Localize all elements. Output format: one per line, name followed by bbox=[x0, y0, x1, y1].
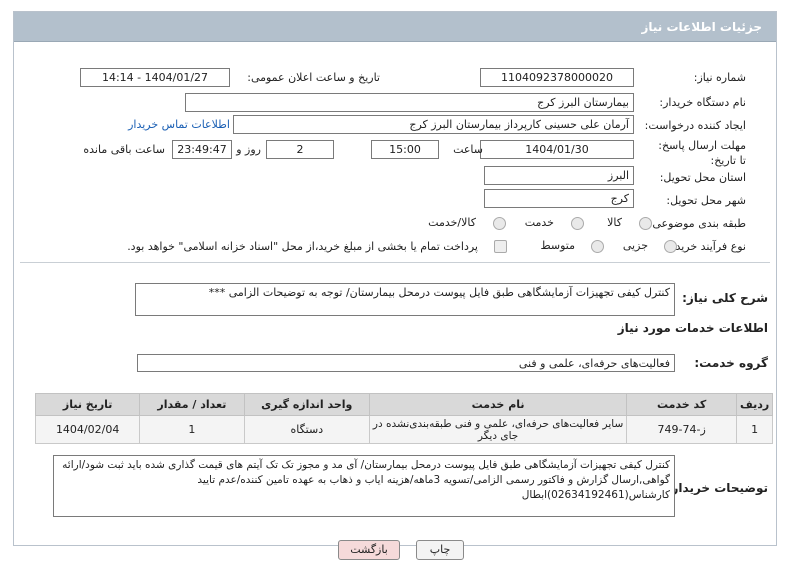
category-label: طبقه بندی موضوعی: bbox=[648, 217, 746, 230]
buyer-notes-label: توضیحات خریدار: bbox=[666, 481, 768, 495]
col-unit: واحد اندازه گیری bbox=[243, 393, 371, 416]
panel-header: جزئیات اطلاعات نیاز bbox=[14, 12, 776, 42]
services-table-header: ردیف کد خدمت نام خدمت واحد اندازه گیری ت… bbox=[34, 393, 773, 416]
deadline-time-label: ساعت bbox=[453, 143, 483, 156]
days-label: روز و bbox=[236, 143, 261, 156]
col-row: ردیف bbox=[736, 393, 773, 416]
requester-field[interactable]: آرمان علی حسینی کارپرداز بیمارستان البرز… bbox=[233, 115, 634, 134]
col-quantity: تعداد / مقدار bbox=[139, 393, 245, 416]
table-row[interactable]: 1 ز-74-749 سایر فعالیت‌های حرفه‌ای، علمی… bbox=[34, 415, 773, 444]
process-radio-minor[interactable] bbox=[664, 240, 677, 253]
cell-service-name: سایر فعالیت‌های حرفه‌ای، علمی و فنی طبقه… bbox=[369, 415, 628, 444]
announce-date-label: تاریخ و ساعت اعلان عمومی: bbox=[247, 71, 380, 84]
deadline-time-field[interactable]: 15:00 bbox=[371, 140, 439, 159]
need-description-field[interactable]: کنترل کیفی تجهیزات آزمایشگاهی طبق فایل پ… bbox=[135, 283, 675, 316]
days-field[interactable]: 2 bbox=[266, 140, 334, 159]
category-option-service: خدمت bbox=[524, 216, 554, 229]
province-label: استان محل تحویل: bbox=[659, 171, 746, 184]
process-type-label: نوع فرآیند خرید : bbox=[668, 240, 746, 253]
remaining-time-label: ساعت باقی مانده bbox=[83, 143, 165, 156]
process-option-medium: متوسط bbox=[540, 239, 575, 252]
print-button[interactable]: چاپ bbox=[416, 540, 464, 560]
cell-unit: دستگاه bbox=[243, 415, 371, 444]
category-radio-service[interactable] bbox=[571, 217, 584, 230]
buyer-org-field[interactable]: بیمارستان البرز کرج bbox=[185, 93, 634, 112]
need-description-label: شرح کلی نیاز: bbox=[682, 291, 768, 305]
city-label: شهر محل تحویل: bbox=[666, 194, 746, 207]
process-option-minor: جزیی bbox=[622, 239, 648, 252]
back-button[interactable]: بازگشت bbox=[338, 540, 400, 560]
col-need-date: تاریخ نیاز bbox=[34, 393, 141, 416]
province-field[interactable]: البرز bbox=[484, 166, 634, 185]
deadline-label: مهلت ارسال پاسخ: تا تاریخ: bbox=[658, 139, 746, 167]
cell-row: 1 bbox=[736, 415, 773, 444]
treasury-payment-note: پرداخت تمام یا بخشی از مبلغ خرید،از محل … bbox=[127, 240, 478, 253]
cell-service-code: ز-74-749 bbox=[626, 415, 738, 444]
treasury-payment-checkbox[interactable] bbox=[494, 240, 507, 253]
divider bbox=[20, 262, 770, 263]
announce-date-field[interactable]: 1404/01/27 - 14:14 bbox=[80, 68, 230, 87]
need-number-label: شماره نیاز: bbox=[693, 71, 746, 84]
category-radio-goods[interactable] bbox=[639, 217, 652, 230]
buyer-org-label: نام دستگاه خریدار: bbox=[659, 96, 746, 109]
deadline-date-field[interactable]: 1404/01/30 bbox=[480, 140, 634, 159]
service-group-field[interactable]: فعالیت‌های حرفه‌ای، علمی و فنی bbox=[137, 354, 675, 372]
col-service-name: نام خدمت bbox=[369, 393, 628, 416]
service-group-label: گروه خدمت: bbox=[694, 356, 768, 370]
services-table: ردیف کد خدمت نام خدمت واحد اندازه گیری ت… bbox=[34, 393, 773, 444]
panel-title: جزئیات اطلاعات نیاز bbox=[641, 20, 762, 34]
remaining-time-field[interactable]: 23:49:47 bbox=[172, 140, 232, 159]
requester-label: ایجاد کننده درخواست: bbox=[644, 119, 746, 132]
col-service-code: کد خدمت bbox=[626, 393, 738, 416]
category-option-goods: کالا bbox=[607, 216, 622, 229]
process-radio-medium[interactable] bbox=[591, 240, 604, 253]
need-number-field[interactable]: 1104092378000020 bbox=[480, 68, 634, 87]
city-field[interactable]: کرج bbox=[484, 189, 634, 208]
category-radio-goods-service[interactable] bbox=[493, 217, 506, 230]
cell-quantity: 1 bbox=[139, 415, 245, 444]
buyer-notes-field[interactable]: کنترل کیفی تجهیزات آزمایشگاهی طبق فایل پ… bbox=[53, 455, 675, 517]
category-option-goods-service: کالا/خدمت bbox=[428, 216, 476, 229]
buyer-contact-link[interactable]: اطلاعات تماس خریدار bbox=[128, 118, 230, 131]
cell-need-date: 1404/02/04 bbox=[34, 415, 141, 444]
services-section-title: اطلاعات خدمات مورد نیاز bbox=[617, 321, 768, 335]
